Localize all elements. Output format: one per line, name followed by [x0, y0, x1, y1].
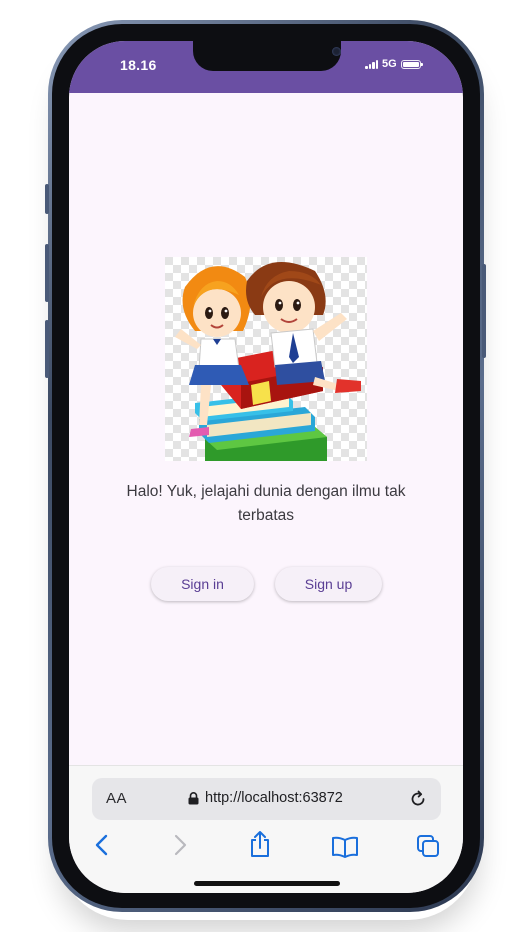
mute-switch [45, 184, 49, 214]
power-button [482, 264, 486, 358]
back-icon[interactable] [94, 834, 110, 856]
welcome-message: Halo! Yuk, jelajahi dunia dengan ilmu ta… [126, 483, 406, 524]
bookmarks-icon[interactable] [331, 836, 359, 858]
safari-browser-bar: AA http://localhost:63872 [69, 765, 463, 893]
volume-down-button [45, 320, 49, 378]
kids-on-books-image [165, 257, 367, 461]
notch [193, 41, 341, 71]
address-bar[interactable]: AA http://localhost:63872 [92, 778, 441, 820]
front-camera [332, 47, 341, 56]
tabs-icon[interactable] [416, 834, 440, 858]
reader-settings-button[interactable]: AA [106, 790, 127, 807]
volume-up-button [45, 244, 49, 302]
status-time: 18.16 [120, 57, 157, 73]
phone-screen: 18.16 5G Halo! Yuk, jelajahi dunia denga… [69, 41, 463, 893]
sign-up-button[interactable]: Sign up [275, 567, 382, 601]
url-text: http://localhost:63872 [205, 790, 343, 806]
sign-in-button[interactable]: Sign in [151, 567, 254, 601]
forward-icon[interactable] [172, 834, 188, 856]
status-indicators: 5G [365, 58, 423, 70]
signal-icon [365, 59, 378, 69]
url-display[interactable]: http://localhost:63872 [188, 790, 343, 806]
lock-icon [188, 791, 199, 804]
share-icon[interactable] [248, 830, 272, 858]
reload-icon[interactable] [408, 789, 428, 809]
battery-icon [400, 59, 423, 69]
home-indicator [194, 881, 340, 886]
network-type: 5G [382, 58, 397, 70]
